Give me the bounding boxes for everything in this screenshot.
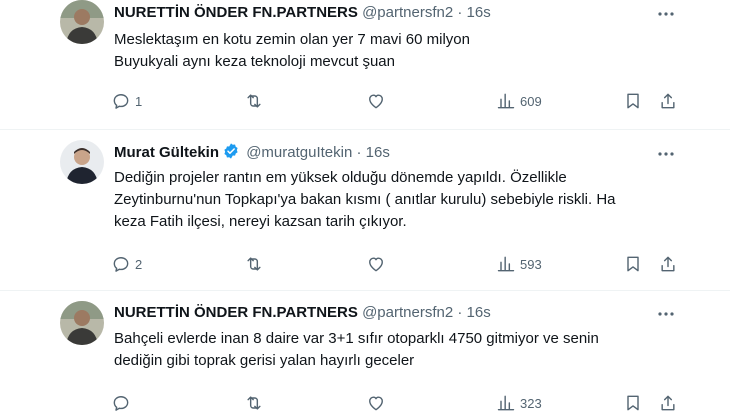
avatar[interactable] xyxy=(60,301,104,345)
tweet[interactable]: NURETTİN ÖNDER FN.PARTNERS @partnersfn2 … xyxy=(0,0,730,128)
heart-icon xyxy=(369,257,383,272)
like-button[interactable] xyxy=(366,252,390,276)
share-icon xyxy=(661,395,675,411)
verified-badge-icon xyxy=(224,143,238,159)
avatar[interactable] xyxy=(60,140,104,184)
more-options-icon[interactable] xyxy=(656,4,676,24)
avatar[interactable] xyxy=(60,0,104,44)
user-handle[interactable]: @muratguItekin xyxy=(246,144,352,161)
tweet[interactable]: Murat Gültekin @muratguItekin · 16s Dedi… xyxy=(0,130,730,286)
heart-icon xyxy=(369,396,383,411)
bookmark-icon xyxy=(627,93,639,109)
views-count: 323 xyxy=(520,395,542,411)
reply-icon xyxy=(113,396,129,411)
share-button[interactable] xyxy=(658,89,678,113)
share-button[interactable] xyxy=(658,252,678,276)
views-count: 593 xyxy=(520,256,542,272)
timestamp[interactable]: 16s xyxy=(467,4,491,21)
user-handle[interactable]: @partnersfn2 xyxy=(362,304,453,321)
user-handle[interactable]: @partnersfn2 xyxy=(362,4,453,21)
views-button[interactable]: 609 xyxy=(496,89,542,113)
reply-button[interactable]: 2 xyxy=(111,252,142,276)
retweet-icon xyxy=(247,257,261,271)
bookmark-button[interactable] xyxy=(623,89,643,113)
more-options-icon[interactable] xyxy=(656,144,676,164)
share-icon xyxy=(661,256,675,272)
separator-dot: · xyxy=(457,4,463,21)
display-name[interactable]: NURETTİN ÖNDER FN.PARTNERS xyxy=(114,304,358,321)
views-count: 609 xyxy=(520,93,542,109)
bookmark-button[interactable] xyxy=(623,391,643,415)
separator-dot: · xyxy=(356,144,362,161)
views-button[interactable]: 593 xyxy=(496,252,542,276)
display-name[interactable]: NURETTİN ÖNDER FN.PARTNERS xyxy=(114,4,358,21)
reply-button[interactable]: 1 xyxy=(111,89,142,113)
views-chart-icon xyxy=(497,93,515,109)
tweet-text: Bahçeli evlerde inan 8 daire var 3+1 sıf… xyxy=(114,330,599,369)
heart-icon xyxy=(369,94,383,109)
bookmark-icon xyxy=(627,395,639,411)
timestamp[interactable]: 16s xyxy=(366,144,390,161)
more-options-icon[interactable] xyxy=(656,304,676,324)
views-button[interactable]: 323 xyxy=(496,391,542,415)
reply-count: 2 xyxy=(135,256,143,272)
tweet[interactable]: NURETTİN ÖNDER FN.PARTNERS @partnersfn2 … xyxy=(0,291,730,420)
tweet-text: Dediğin projeler rantın em yüksek olduğu… xyxy=(114,169,616,230)
retweet-icon xyxy=(247,94,261,108)
retweet-button[interactable] xyxy=(244,252,268,276)
views-chart-icon xyxy=(497,395,515,411)
views-chart-icon xyxy=(497,256,515,272)
reply-icon xyxy=(113,94,129,109)
like-button[interactable] xyxy=(366,391,390,415)
retweet-button[interactable] xyxy=(244,89,268,113)
bookmark-button[interactable] xyxy=(623,252,643,276)
retweet-button[interactable] xyxy=(244,391,268,415)
timestamp[interactable]: 16s xyxy=(467,304,491,321)
share-icon xyxy=(661,93,675,109)
retweet-icon xyxy=(247,396,261,410)
tweet-text: Meslektaşım en kotu zemin olan yer 7 mav… xyxy=(114,31,470,70)
reply-icon xyxy=(113,257,129,272)
share-button[interactable] xyxy=(658,391,678,415)
bookmark-icon xyxy=(627,256,639,272)
separator-dot: · xyxy=(457,304,463,321)
reply-button[interactable] xyxy=(111,391,135,415)
reply-count: 1 xyxy=(135,93,143,109)
like-button[interactable] xyxy=(366,89,390,113)
display-name[interactable]: Murat Gültekin xyxy=(114,144,219,161)
